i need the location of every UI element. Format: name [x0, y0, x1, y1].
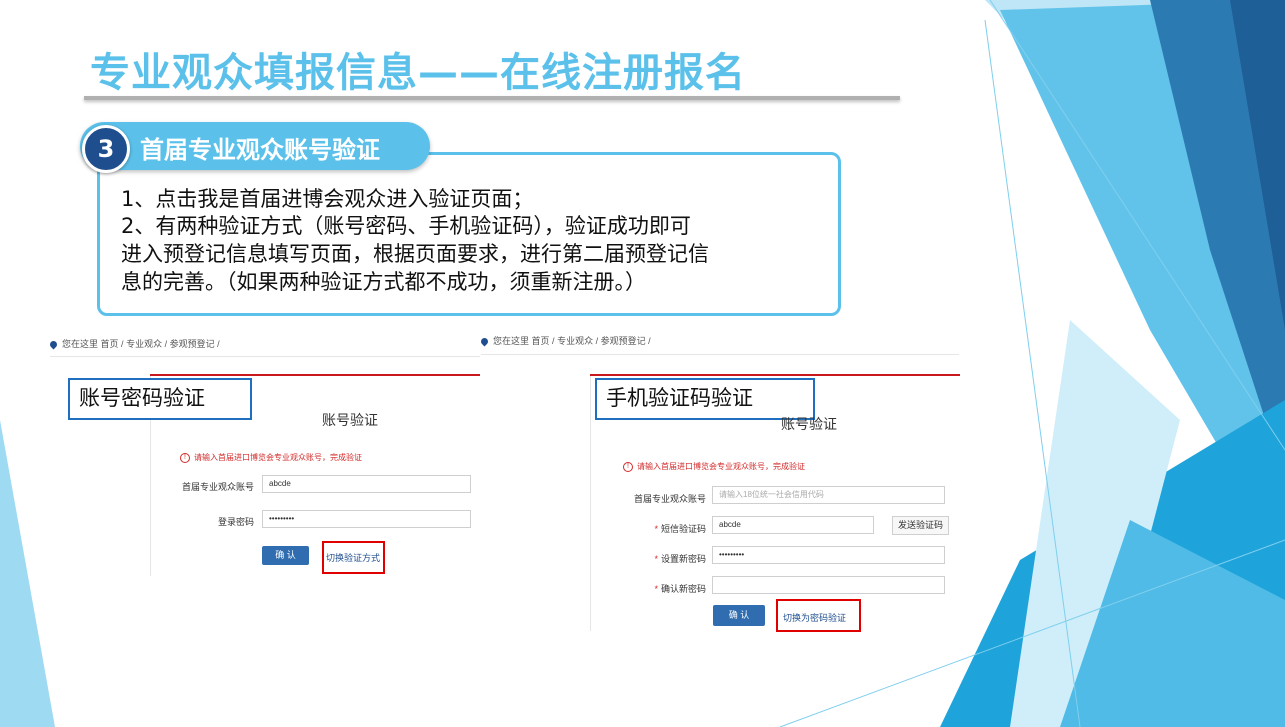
description-line-4: 息的完善。（如果两种验证方式都不成功，须重新注册。） — [121, 270, 646, 294]
left-password-label: 登录密码 — [217, 517, 254, 527]
slide: 专业观众填报信息——在线注册报名 1、点击我是首届进博会观众进入验证页面； 2、… — [0, 0, 1285, 727]
right-confirm-password-input[interactable] — [712, 576, 945, 594]
description-box: 1、点击我是首届进博会观众进入验证页面； 2、有两种验证方式（账号密码、手机验证… — [97, 152, 841, 316]
right-sms-code-input[interactable]: abcde — [712, 516, 874, 534]
warning-icon: ! — [180, 452, 190, 463]
right-new-password-label: * 设置新密码 — [654, 554, 706, 564]
left-header-divider — [50, 356, 480, 357]
breadcrumb-prefix: 您在这里 — [62, 339, 99, 349]
left-warning: ! 请输入首届进口博览会专业观众账号，完成验证 — [180, 452, 362, 463]
left-form-title: 账号验证 — [322, 412, 378, 428]
left-method-label: 账号密码验证 — [68, 378, 252, 420]
right-sms-code-label-text: 短信验证码 — [660, 524, 706, 534]
left-password-input[interactable]: ••••••••• — [262, 510, 471, 528]
breadcrumb-pre-registration[interactable]: 参观预登记 — [601, 336, 646, 346]
slide-title: 专业观众填报信息——在线注册报名 — [90, 50, 746, 96]
left-warning-text: 请输入首届进口博览会专业观众账号，完成验证 — [194, 453, 362, 462]
step-number-badge: 3 — [82, 125, 130, 173]
right-warning: ! 请输入首届进口博览会专业观众账号，完成验证 — [623, 461, 805, 472]
description-line-2: 2、有两种验证方式（账号密码、手机验证码），验证成功即可 — [121, 214, 691, 238]
right-account-input[interactable]: 请输入18位统一社会信用代码 — [712, 486, 945, 504]
breadcrumb-professional-visitors[interactable]: 专业观众 — [126, 339, 162, 349]
breadcrumb-home[interactable]: 首页 — [101, 339, 119, 349]
step-title: 首届专业观众账号验证 — [140, 136, 380, 164]
right-form-title: 账号验证 — [781, 416, 837, 432]
right-confirm-password-label: * 确认新密码 — [654, 584, 706, 594]
location-pin-icon — [479, 336, 490, 347]
send-code-button[interactable]: 发送验证码 — [892, 516, 949, 535]
right-switch-link[interactable]: 切换为密码验证 — [783, 611, 846, 624]
right-header-divider — [481, 354, 959, 355]
right-panel-edge — [590, 376, 591, 631]
right-account-label: 首届专业观众账号 — [633, 494, 706, 504]
right-sms-code-label: * 短信验证码 — [654, 524, 706, 534]
right-new-password-input[interactable]: ••••••••• — [712, 546, 945, 564]
title-underline — [84, 96, 900, 100]
left-breadcrumb: 您在这里 首页 / 专业观众 / 参观预登记 / — [48, 337, 220, 350]
left-account-input[interactable]: abcde — [262, 475, 471, 493]
description-line-1: 1、点击我是首届进博会观众进入验证页面； — [121, 187, 534, 211]
right-confirm-password-label-text: 确认新密码 — [660, 584, 706, 594]
right-new-password-label-text: 设置新密码 — [660, 554, 706, 564]
right-breadcrumb: 您在这里 首页 / 专业观众 / 参观预登记 / — [479, 334, 651, 347]
deco-shard-left-bottom — [0, 420, 55, 727]
right-confirm-button[interactable]: 确 认 — [713, 605, 765, 626]
decorative-background — [0, 0, 1285, 727]
left-red-rule — [150, 374, 480, 376]
right-red-rule — [590, 374, 960, 376]
breadcrumb-professional-visitors[interactable]: 专业观众 — [557, 336, 593, 346]
left-account-label: 首届专业观众账号 — [181, 482, 254, 492]
breadcrumb-prefix: 您在这里 — [493, 336, 530, 346]
breadcrumb-home[interactable]: 首页 — [532, 336, 550, 346]
left-confirm-button[interactable]: 确 认 — [262, 546, 309, 565]
warning-icon: ! — [623, 461, 633, 472]
right-warning-text: 请输入首届进口博览会专业观众账号，完成验证 — [637, 462, 805, 471]
location-pin-icon — [48, 339, 59, 350]
description-line-3: 进入预登记信息填写页面，根据页面要求，进行第二届预登记信 — [121, 242, 709, 266]
left-switch-link[interactable]: 切换验证方式 — [326, 551, 380, 564]
breadcrumb-pre-registration[interactable]: 参观预登记 — [170, 339, 215, 349]
